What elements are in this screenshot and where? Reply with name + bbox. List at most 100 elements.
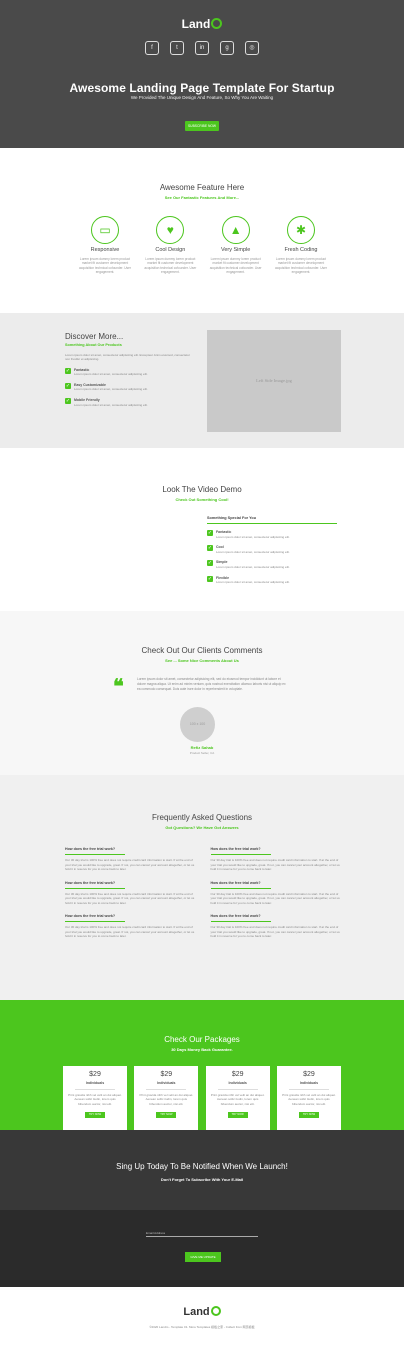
package-price: $29 <box>303 1071 315 1078</box>
check-desc: Lorem ipsum dolor sit amet, consectetur … <box>216 580 290 585</box>
faq-answer: Our 30 day trial is 100% free and does n… <box>65 925 195 939</box>
check-item: ✓ Mobile Friendly Lorem ipsum dolor sit a… <box>65 397 190 407</box>
check-desc: Lorem ipsum dolor sit amet, consectetur … <box>216 535 290 540</box>
check-icon: ✓ <box>207 545 213 552</box>
faq-question: How does the free trial work? <box>65 881 125 889</box>
feature-title: Fresh Coding <box>284 247 318 253</box>
twitter-icon[interactable]: t <box>170 41 184 55</box>
check-desc: Lorem ipsum dolor sit amet, consectetur … <box>74 387 148 392</box>
check-item: ✓ Easy Customizable Lorem ipsum dolor sit… <box>65 382 190 392</box>
package-desc: Print gravida nibh vel velit an dui aliq… <box>139 1092 194 1106</box>
faq-question: How does the free trial work? <box>65 914 125 923</box>
package-name: Individuals <box>299 1080 319 1085</box>
logo[interactable]: Land <box>0 16 404 33</box>
faq-item: How does the free trial work? Our 30 day … <box>65 914 197 939</box>
discover-content: Discover More... Something About Our Pro… <box>65 331 190 407</box>
section-subtitle: Got Questions? We Have Got Answers <box>165 825 239 831</box>
check-item: ✓ Simple Lorem ipsum dolor sit amet, cons… <box>207 560 337 569</box>
package-price: $29 <box>89 1071 101 1078</box>
feature-item: ▲ Very Simple Lorem ipsum dummy lorem pr… <box>208 216 264 275</box>
feature-desc: Lorem ipsum dummy lorem product market f… <box>275 256 327 275</box>
video-feature-list: Something Special For You ✓ Fantastic Lor… <box>207 516 337 585</box>
linkedin-icon[interactable]: in <box>195 41 209 55</box>
faq-answer: Our 30 day trial is 100% free and does n… <box>210 891 340 905</box>
package-card: $29 Individuals Print gravida nibh vel v… <box>276 1066 341 1138</box>
faq-item: How does the free trial work? Our 30 day … <box>210 847 343 872</box>
logo-o-icon <box>211 18 223 29</box>
footer-logo[interactable]: Land <box>0 1305 404 1320</box>
package-desc: Print gravida nibh vel velit an dui aliq… <box>68 1092 122 1106</box>
try-now-button[interactable]: TRY NOW <box>298 1112 319 1119</box>
hero-subtitle: We Provided The Unique Design And Featur… <box>130 95 274 100</box>
check-icon: ✓ <box>65 367 71 374</box>
section-title: Discover More... <box>65 332 124 341</box>
try-now-button[interactable]: TRY NOW <box>85 1112 105 1119</box>
faq-item: How does the free trial work? Our 30 day … <box>65 847 197 872</box>
subscribe-button[interactable]: SUBSCRIBE NOW <box>185 121 219 131</box>
feature-title: Responsive <box>90 247 120 253</box>
package-card: $29 Individuals Print gravida nibh vel v… <box>63 1066 127 1138</box>
quote-icon: ❝ <box>113 676 124 698</box>
instagram-icon[interactable]: ◎ <box>245 41 259 55</box>
client-role: Product Seller, CA <box>189 751 215 755</box>
feature-desc: Lorem ipsum dummy lorem product market f… <box>209 256 262 275</box>
check-item: ✓ Fantastic Lorem ipsum dolor sit amet, c… <box>207 530 337 539</box>
try-now-button[interactable]: TRY NOW <box>156 1112 177 1119</box>
hero-section: Land f t in g ◎ Awesome Landing Page Tem… <box>0 0 404 148</box>
package-price: $29 <box>160 1071 173 1078</box>
divider <box>288 1088 329 1090</box>
faq-answer: Our 30 day trial is 100% free and does n… <box>210 925 340 939</box>
check-icon: ✓ <box>65 382 71 389</box>
bug-icon: ✱ <box>286 216 315 244</box>
faq-item: How does the free trial work? Our 30 day … <box>210 914 343 939</box>
feature-desc: Lorem ipsum dummy lorem product market f… <box>79 256 131 275</box>
feature-desc: Lorem ipsum dummy lorem product market f… <box>144 256 197 275</box>
section-title: Check Out Our Clients Comments <box>141 646 263 655</box>
faq-section: Frequently Asked Questions Got Questions… <box>0 775 404 1000</box>
try-now-button[interactable]: TRY NOW <box>227 1112 248 1119</box>
testimonial-text: Lorem ipsum dolor sit amet, consectetur … <box>137 677 286 691</box>
github-icon[interactable]: g <box>220 41 234 55</box>
social-links: f t in g ◎ <box>0 41 404 55</box>
package-card: $29 Individuals Print gravida nibh vel v… <box>205 1066 270 1138</box>
check-desc: Lorem ipsum dolor sit amet, consectetur … <box>216 550 290 555</box>
check-icon: ✓ <box>65 397 71 404</box>
section-title: Check Our Packages <box>164 1035 240 1044</box>
update-button[interactable]: GIVE ME UPDATE <box>185 1252 221 1262</box>
packages-section: Check Our Packages 30 Days Money Back Gu… <box>0 1000 404 1138</box>
background-image <box>0 1210 404 1287</box>
divider <box>75 1088 115 1090</box>
list-title: Something Special For You <box>207 516 337 525</box>
check-desc: Lorem ipsum dolor sit amet, consectetur … <box>74 402 148 407</box>
features-section: Awesome Feature Here See Our Fantastic F… <box>0 148 404 313</box>
section-subtitle: Something About Our Products <box>65 343 122 348</box>
faq-question: How does the free trial work? <box>210 881 271 889</box>
email-field[interactable]: Email Address <box>146 1229 258 1237</box>
client-name: Refiz Sahab <box>190 745 214 750</box>
feature-item: ✱ Fresh Coding Lorem ipsum dummy lorem p… <box>273 216 329 275</box>
facebook-icon[interactable]: f <box>145 41 159 55</box>
faq-list: How does the free trial work? Our 30 day … <box>65 847 342 939</box>
section-subtitle: Don't Forget To Subscribe With Your E-Ma… <box>160 1177 244 1182</box>
laptop-icon: ▭ <box>91 216 119 244</box>
check-desc: Lorem ipsum dolor sit amet, consectetur … <box>74 372 148 377</box>
signup-section: Sing Up Today To Be Notified When We Lau… <box>0 1130 404 1287</box>
package-desc: Print gravida nibh vel velit an dui aliq… <box>210 1092 265 1106</box>
faq-question: How does the free trial work? <box>65 847 125 856</box>
check-desc: Lorem ipsum dolor sit amet, consectetur … <box>216 565 290 570</box>
check-icon: ✓ <box>207 560 213 567</box>
divider <box>217 1088 258 1090</box>
package-name: Individuals <box>157 1080 176 1085</box>
faq-item: How does the free trial work? Our 30 day … <box>65 881 197 906</box>
package-name: Individuals <box>228 1080 247 1085</box>
clients-section: Check Out Our Clients Comments See ... S… <box>0 611 404 775</box>
faq-question: How does the free trial work? <box>210 847 271 856</box>
faq-item: How does the free trial work? Our 30 day … <box>210 881 343 906</box>
video-section: Look The Video Demo Check Out Something … <box>0 448 404 611</box>
feature-item: ▭ Responsive Lorem ipsum dummy lorem pro… <box>77 216 133 275</box>
package-name: Individuals <box>85 1080 105 1085</box>
faq-answer: Our 30 day trial is 100% free and does n… <box>65 858 195 872</box>
section-title: Awesome Feature Here <box>159 183 245 192</box>
check-icon: ✓ <box>207 575 213 582</box>
faq-answer: Our 30 day trial is 100% free and does n… <box>65 891 195 905</box>
